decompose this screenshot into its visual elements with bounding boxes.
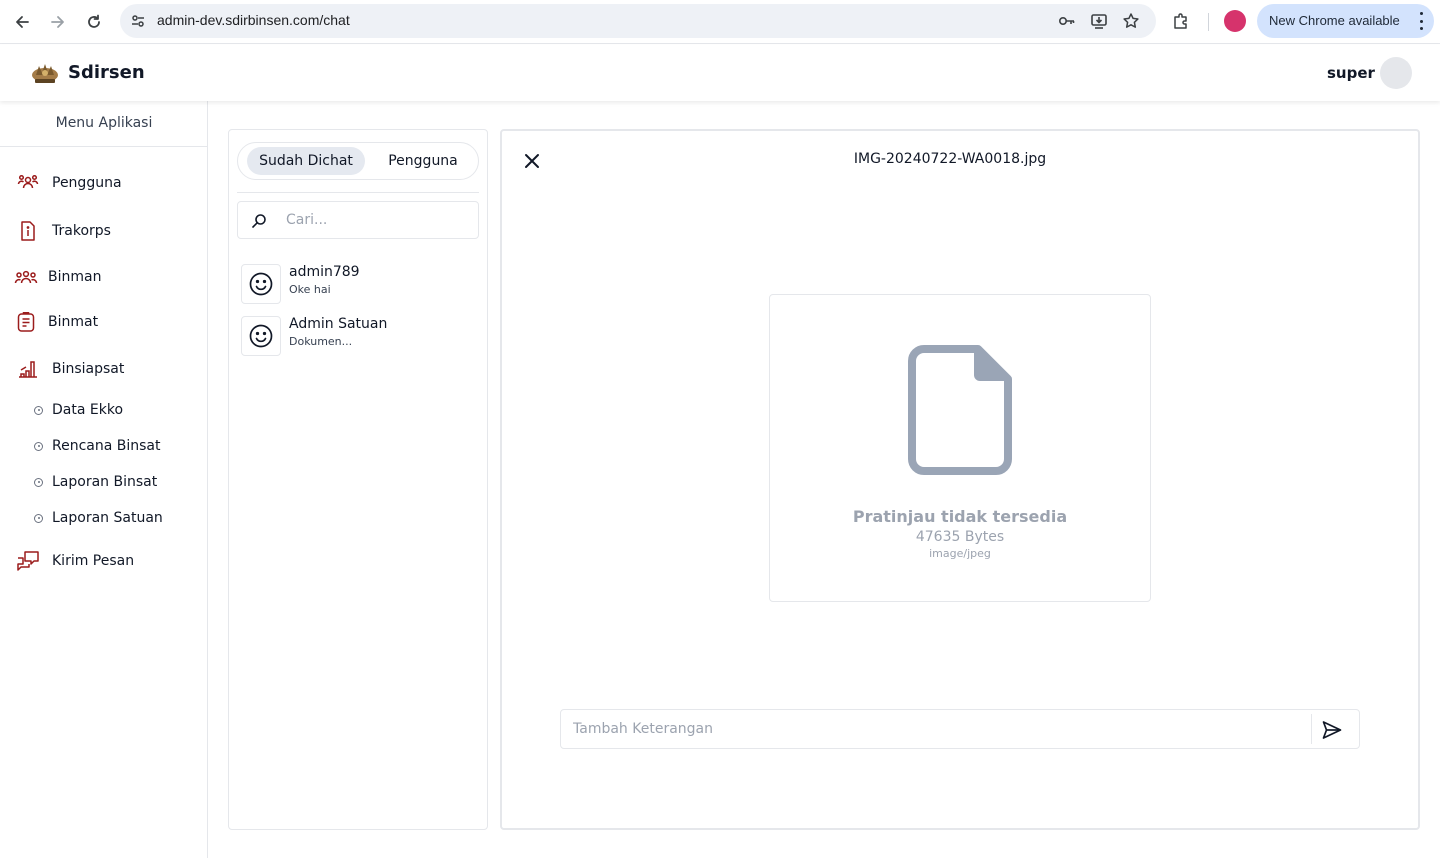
browser-toolbar: admin-dev.sdirbinsen.com/chat New Chrome… [0,0,1440,44]
mime-type-text: image/jpeg [929,547,991,560]
preview-placeholder-card: Pratinjau tidak tersedia 47635 Bytes ima… [769,294,1151,602]
menu-title: Menu Aplikasi [55,115,153,131]
sidebar: Menu Aplikasi Pengguna Trakorps Binman B… [0,101,208,858]
file-name-title: IMG-20240722-WA0018.jpg [853,151,1047,167]
brand-name: Sdirsen [68,62,145,83]
conversation-last-message: Oke hai [289,283,331,296]
sidebar-item-pengguna[interactable]: Pengguna [16,169,196,197]
sidebar-subitem-data-ekko[interactable]: Data Ekko [34,399,204,421]
tabs-divider [237,192,479,193]
chrome-update-label: New Chrome available [1269,13,1400,28]
menu-divider [0,146,207,147]
back-arrow-icon[interactable] [9,9,35,35]
more-menu-icon[interactable] [1418,12,1424,30]
conversation-name: admin789 [289,264,360,280]
sidebar-item-binsiapsat[interactable]: Binsiapsat [16,355,196,383]
tab-sudah-dichat[interactable]: Sudah Dichat [247,147,365,175]
send-icon[interactable] [1319,717,1345,743]
install-app-icon[interactable] [1089,11,1109,31]
sidebar-subitem-laporan-binsat[interactable]: Laporan Binsat [34,471,204,493]
profile-avatar-icon[interactable] [1224,10,1246,32]
submenu-dot-icon [34,477,43,487]
sidebar-item-label: Trakorps [52,223,111,239]
sidebar-item-trakorps[interactable]: Trakorps [16,217,196,245]
sidebar-item-label: Pengguna [52,175,122,191]
file-size-text: 47635 Bytes [915,529,1005,545]
sidebar-item-binman[interactable]: Binman [14,263,194,291]
extensions-puzzle-icon[interactable] [1170,10,1192,32]
document-info-icon [16,219,40,243]
chrome-update-button[interactable]: New Chrome available [1257,4,1434,38]
file-preview-panel: IMG-20240722-WA0018.jpg Pratinjau tidak … [500,129,1420,830]
smiley-avatar-icon [241,264,281,304]
caption-input[interactable] [573,719,1293,739]
password-key-icon[interactable] [1057,11,1077,31]
url-text[interactable]: admin-dev.sdirbinsen.com/chat [157,12,350,28]
sidebar-item-binmat[interactable]: Binmat [14,308,194,336]
preview-unavailable-text: Pratinjau tidak tersedia [852,507,1068,526]
sidebar-subitem-laporan-satuan[interactable]: Laporan Satuan [34,507,204,529]
search-input[interactable] [286,210,466,230]
sidebar-item-label: Binmat [48,314,99,330]
bookmark-star-icon[interactable] [1121,11,1141,31]
sidebar-subitem-label: Data Ekko [52,402,124,418]
sidebar-subitem-label: Rencana Binsat [52,438,161,454]
conversation-item[interactable]: admin789 Oke hai [241,262,477,306]
submenu-dot-icon [34,441,43,451]
submenu-dot-icon [34,513,43,523]
conversation-last-message: Dokumen... [289,335,353,348]
reload-icon[interactable] [81,9,107,35]
conversation-item[interactable]: Admin Satuan Dokumen... [241,314,477,358]
chat-tabs: Sudah Dichat Pengguna [237,142,479,180]
sidebar-subitem-label: Laporan Satuan [52,510,163,526]
sidebar-item-label: Binsiapsat [52,361,125,377]
caption-divider [1311,714,1312,744]
sidebar-item-label: Binman [48,269,102,285]
app-header: Sdirsen super [0,45,1440,101]
users-icon [16,171,40,195]
address-bar[interactable]: admin-dev.sdirbinsen.com/chat [120,4,1156,38]
user-avatar[interactable] [1380,57,1412,89]
submenu-dot-icon [34,405,43,415]
chat-list-panel: Sudah Dichat Pengguna admin789 Oke hai A… [228,129,488,830]
brand-logo-icon [30,61,60,85]
sidebar-subitem-rencana-binsat[interactable]: Rencana Binsat [34,435,204,457]
sidebar-item-kirim-pesan[interactable]: Kirim Pesan [16,547,196,575]
site-settings-icon[interactable] [128,11,148,31]
group-icon [14,265,38,289]
chart-icon [16,357,40,381]
search-icon [250,212,268,230]
smiley-avatar-icon [241,316,281,356]
search-box [237,201,479,239]
forward-arrow-icon[interactable] [45,9,71,35]
sidebar-subitem-label: Laporan Binsat [52,474,158,490]
clipboard-icon [14,310,38,334]
file-icon [908,345,1014,475]
toolbar-divider [1208,13,1209,31]
sidebar-item-label: Kirim Pesan [52,553,135,569]
chat-bubbles-icon [16,549,40,573]
tab-pengguna[interactable]: Pengguna [378,147,468,175]
username[interactable]: super [1327,64,1375,82]
conversation-name: Admin Satuan [289,316,388,332]
caption-box [560,709,1360,749]
